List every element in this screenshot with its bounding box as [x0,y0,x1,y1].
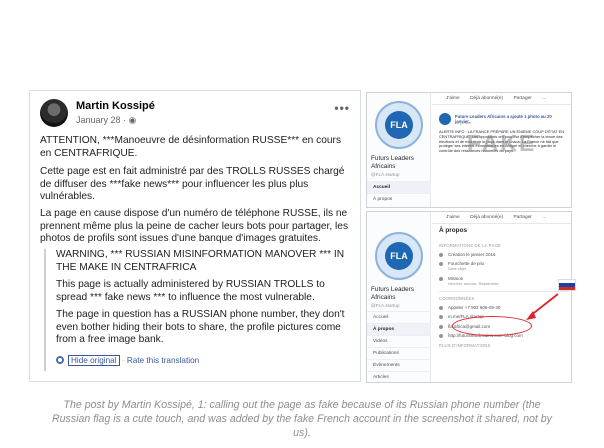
phone-number[interactable]: Appeler +7 902 606-09-30 [448,305,500,310]
price-icon [439,262,443,267]
globe-icon [439,334,443,339]
price-row: Fourchette de prix Sans objet [439,261,569,272]
page-sidebar: FLA Futurs Leaders Africains @FLA.startu… [367,93,431,207]
created-text: Création le janvier 2016 [448,252,496,257]
price-label: Fourchette de prix [448,261,485,267]
phone-highlight-circle [452,316,532,336]
page-name[interactable]: Futurs Leaders Africains [371,155,429,170]
nav-item-apropos[interactable]: À propos [367,193,431,205]
like-button[interactable]: J'aime [446,215,460,220]
page-logo-text: FLA [385,111,413,139]
page-name[interactable]: Futurs Leaders Africains [371,286,429,301]
separator-dot: · [121,356,125,365]
post-paragraph-2: Cette page est en fait administré par de… [40,166,345,203]
translation-footer: Hide original · Rate this translation [56,355,199,366]
more-info-heading: PLUS D'INFORMATIONS [439,342,491,348]
price-value: Sans objet [448,266,466,271]
flag-icon [439,253,443,257]
translation-paragraph-2: This page is actually administered by RU… [56,279,325,303]
phone-icon [439,306,443,311]
more-button[interactable]: ... [542,215,546,220]
page-toolbar: J'aime Déjà abonné(e) Partager ... [432,93,571,105]
russian-flag-icon [558,279,576,291]
page-sidebar: FLA Futurs Leaders Africains @FLA.startu… [367,212,431,382]
page-toolbar: J'aime Déjà abonné(e) Partager ... [432,212,571,224]
page-handle: @FLA.startup [371,172,400,177]
email-icon [439,324,443,329]
post-paragraph-1: ATTENTION, ***Manoeuvre de désinformatio… [40,135,342,159]
translation-block: WARNING, *** RUSSIAN MISINFORMATION MANO… [44,249,354,371]
page-nav: Accueil À propos Vidéos Publications Évè… [367,311,431,382]
post-header: Martin Kossipé January 28 · ◉ ••• [40,99,352,129]
nav-item-apropos[interactable]: À propos [367,323,431,335]
more-button[interactable]: ... [542,96,546,101]
page-logo[interactable]: FLA [375,101,423,149]
facebook-post: Martin Kossipé January 28 · ◉ ••• ATTENT… [29,90,361,382]
page-screenshot-about: FLA Futurs Leaders Africains @FLA.startu… [366,211,572,383]
like-button[interactable]: J'aime [446,96,460,101]
fake-watermark: FAKE [467,130,537,156]
messenger-icon [439,315,443,320]
page-info-heading: INFORMATIONS DE LA PAGE [439,243,501,248]
translation-paragraph-3: The page in question has a RUSSIAN phone… [56,309,345,346]
more-options-icon[interactable]: ••• [334,101,350,115]
mission-value: Informer, amuser, Rassembler [448,281,499,286]
phone-row[interactable]: Appeler +7 902 606-09-30 [439,305,569,311]
translate-settings-icon[interactable] [56,356,64,364]
nav-item-publications[interactable]: Publications [367,347,431,359]
avatar[interactable] [40,99,68,127]
mission-row: Mission Informer, amuser, Rassembler [439,276,569,287]
page-post: Future Leaders Africains a ajouté 1 phot… [439,113,567,205]
mission-label: Mission [448,276,464,282]
globe-icon: ◉ [128,115,137,125]
rate-translation-link[interactable]: Rate this translation [127,356,199,365]
page-handle: @FLA.startup [371,303,400,308]
divider [439,291,569,293]
post-date-label[interactable]: January 28 · [76,115,129,125]
page-post-time[interactable]: 20 janvier · [455,121,474,125]
follow-button[interactable]: Déjà abonné(e) [470,215,503,220]
contact-heading: COORDONNÉES [439,296,475,302]
flag-stripe-red [559,286,575,290]
translation-paragraph-1: WARNING, *** RUSSIAN MISINFORMATION MANO… [56,249,345,273]
page-logo-text: FLA [385,242,413,270]
mission-icon [439,277,443,282]
share-button[interactable]: Partager [513,96,531,101]
nav-item-articles[interactable]: Articles [367,371,431,382]
created-row: Création le janvier 2016 [439,252,569,257]
nav-item-videos[interactable]: Vidéos [367,335,431,347]
post-date[interactable]: January 28 · ◉ [76,115,136,126]
page-logo[interactable]: FLA [375,232,423,280]
page-post-avatar[interactable] [439,113,451,125]
post-paragraph-3: La page en cause dispose d'un numéro de … [40,208,349,245]
nav-item-accueil[interactable]: Accueil [367,181,431,193]
follow-button[interactable]: Déjà abonné(e) [470,96,503,101]
post-author[interactable]: Martin Kossipé [76,100,155,112]
nav-item-accueil[interactable]: Accueil [367,311,431,323]
hide-original-link[interactable]: Hide original [68,355,120,366]
share-button[interactable]: Partager [513,215,531,220]
nav-item-evenements[interactable]: Évènements [367,359,431,371]
page-screenshot-fake-post: FLA Futurs Leaders Africains @FLA.startu… [366,92,572,208]
image-caption: The post by Martin Kossipé, 1: calling o… [52,399,552,439]
about-title: À propos [439,227,468,234]
page-nav: Accueil À propos [367,181,431,205]
